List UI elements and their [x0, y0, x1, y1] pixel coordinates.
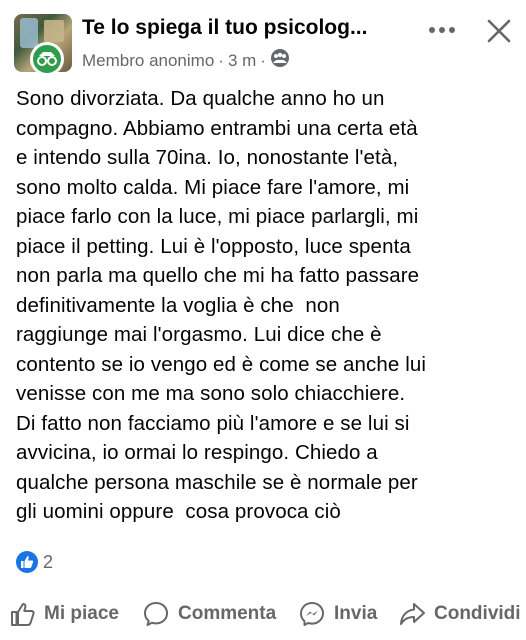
- like-button[interactable]: Mi piace: [10, 596, 119, 632]
- avatar-image-part: [20, 18, 38, 48]
- post-meta: Membro anonimo · 3 m ·: [82, 48, 290, 73]
- group-title[interactable]: Te lo spiega il tuo psicolog...: [82, 16, 402, 40]
- reaction-count: 2: [43, 551, 54, 572]
- anonymous-member-icon: [30, 42, 64, 76]
- group-privacy-icon: [270, 48, 290, 73]
- like-reaction-icon: [16, 551, 38, 573]
- send-button[interactable]: Invia: [298, 596, 377, 632]
- post-actions-bar: Mi piace Commenta Invia Condividi: [0, 596, 526, 632]
- author-name[interactable]: Membro anonimo: [82, 51, 214, 71]
- messenger-icon: [300, 602, 324, 626]
- close-button[interactable]: [482, 14, 516, 48]
- meta-separator: ·: [218, 50, 224, 70]
- avatar-image-part: [44, 20, 64, 42]
- comment-label: Commenta: [178, 603, 277, 624]
- thumbs-up-icon: [11, 603, 35, 626]
- comment-button[interactable]: Commenta: [142, 596, 276, 632]
- like-label: Mi piace: [44, 603, 119, 624]
- reactions-summary[interactable]: 2: [16, 551, 53, 573]
- share-label: Condividi: [434, 603, 521, 624]
- post-time[interactable]: 3 m: [228, 51, 256, 71]
- post-header: Te lo spiega il tuo psicolog... Membro a…: [0, 0, 526, 80]
- send-label: Invia: [334, 603, 378, 624]
- post-body-text: Sono divorziata. Da qualche anno ho un c…: [16, 87, 427, 523]
- comment-icon: [144, 602, 168, 626]
- meta-separator: ·: [260, 50, 266, 70]
- share-arrow-icon: [400, 603, 425, 625]
- share-button[interactable]: Condividi: [398, 596, 521, 632]
- close-icon: [487, 19, 511, 43]
- more-options-button[interactable]: [424, 18, 460, 42]
